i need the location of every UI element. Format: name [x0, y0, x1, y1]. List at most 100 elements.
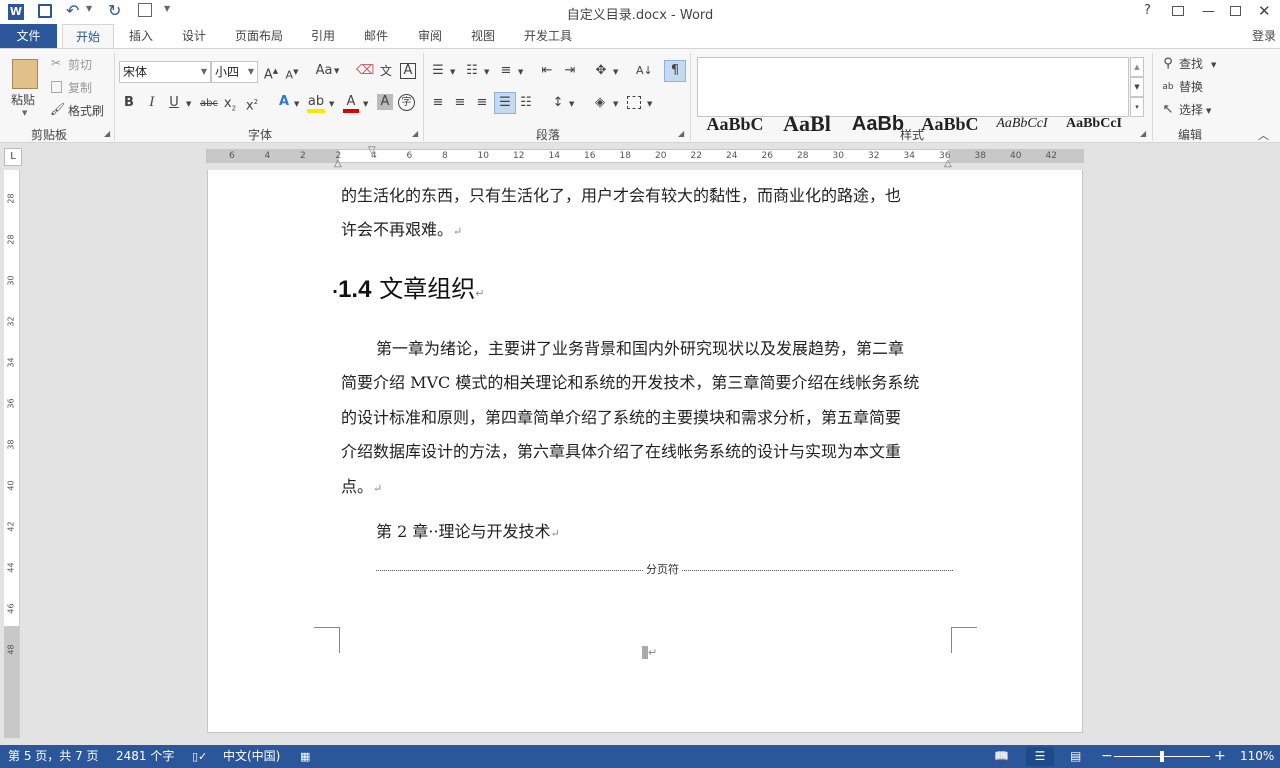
paragraph-line[interactable]: 的生活化的东西，只有生活化了，用户才会有较大的黏性，而商业化的路途，也: [341, 179, 901, 213]
tab-developer[interactable]: 开发工具: [518, 24, 578, 48]
tab-insert[interactable]: 插入: [120, 24, 162, 48]
phonetic-guide-icon[interactable]: 文: [377, 62, 395, 80]
web-layout-icon[interactable]: ▤: [1070, 745, 1081, 768]
borders-icon[interactable]: [627, 96, 641, 109]
show-formatting-marks-icon[interactable]: ¶: [664, 60, 686, 82]
numbering-icon[interactable]: ☷: [464, 62, 480, 80]
read-mode-icon[interactable]: 📖: [994, 745, 1009, 768]
clear-formatting-icon[interactable]: ⌫: [356, 62, 374, 80]
font-launcher-icon[interactable]: ◢: [412, 129, 418, 138]
line-spacing-dropdown-icon[interactable]: ▼: [569, 95, 574, 113]
document-page[interactable]: 的生活化的东西，只有生活化了，用户才会有较大的黏性，而商业化的路途，也 许会不再…: [207, 170, 1083, 733]
tab-file[interactable]: 文件: [0, 24, 57, 48]
chinese-layout-icon[interactable]: ✥: [592, 62, 610, 80]
text-effects-dropdown-icon[interactable]: ▼: [294, 95, 299, 113]
paragraph-launcher-icon[interactable]: ◢: [678, 129, 684, 138]
highlight-icon[interactable]: ab: [307, 93, 325, 113]
binoculars-icon[interactable]: ⚲: [1160, 55, 1176, 73]
paste-icon[interactable]: [12, 59, 38, 89]
restore-icon[interactable]: [1230, 6, 1241, 16]
tab-review[interactable]: 审阅: [410, 24, 450, 48]
ribbon-display-icon[interactable]: [1172, 6, 1184, 16]
borders-dropdown-icon[interactable]: ▼: [647, 95, 652, 113]
zoom-level[interactable]: 110%: [1240, 745, 1274, 768]
first-line-indent-marker[interactable]: ▽: [368, 145, 376, 156]
font-color-dropdown-icon[interactable]: ▼: [363, 95, 368, 113]
text-effects-icon[interactable]: A: [277, 93, 291, 111]
paragraph-line[interactable]: 简要介绍 MVC 模式的相关理论和系统的开发技术，第三章简要介绍在线帐务系统: [341, 366, 919, 400]
align-left-icon[interactable]: ≡: [430, 94, 446, 112]
distributed-icon[interactable]: ☷: [518, 94, 534, 112]
shading-dropdown-icon[interactable]: ▼: [613, 95, 618, 113]
help-icon[interactable]: ?: [1144, 3, 1151, 18]
undo-icon[interactable]: ↶: [66, 1, 79, 20]
subscript-icon[interactable]: x2: [223, 95, 237, 118]
heading-1-4[interactable]: ·1.4 文章组织↵: [332, 272, 485, 311]
numbering-dropdown-icon[interactable]: ▼: [484, 63, 489, 81]
tab-view[interactable]: 视图: [463, 24, 503, 48]
highlight-dropdown-icon[interactable]: ▼: [329, 95, 334, 113]
styles-more-icon[interactable]: ▾: [1130, 97, 1144, 117]
change-case-button[interactable]: Aa: [312, 62, 336, 80]
tab-mailings[interactable]: 邮件: [356, 24, 396, 48]
paragraph-line[interactable]: 介绍数据库设计的方法，第六章具体介绍了在线帐务系统的设计与实现为本文重: [341, 435, 901, 469]
redo-icon[interactable]: ↻: [108, 1, 121, 20]
shrink-font-icon[interactable]: A▼: [285, 63, 299, 85]
paste-button[interactable]: 粘贴: [11, 91, 35, 108]
grow-font-icon[interactable]: A▲: [263, 62, 279, 84]
bold-icon[interactable]: B: [122, 94, 136, 112]
paragraph-line[interactable]: 点。↵: [341, 470, 382, 506]
page-count[interactable]: 第 5 页，共 7 页: [8, 745, 99, 768]
tab-design[interactable]: 设计: [174, 24, 214, 48]
shading-icon[interactable]: ◈: [592, 94, 608, 112]
tab-page-layout[interactable]: 页面布局: [228, 24, 290, 48]
print-layout-icon[interactable]: ☰: [1026, 747, 1054, 766]
align-right-icon[interactable]: ≡: [474, 94, 490, 112]
sort-icon[interactable]: A↓: [636, 62, 653, 80]
font-color-icon[interactable]: A: [343, 93, 359, 113]
font-name-dropdown[interactable]: 宋体 ▼: [119, 61, 211, 83]
character-border-icon[interactable]: A: [400, 63, 416, 79]
strikethrough-icon[interactable]: abc: [199, 95, 219, 113]
language-indicator[interactable]: 中文(中国): [223, 745, 280, 768]
format-painter-button[interactable]: 格式刷: [68, 102, 104, 120]
cut-button[interactable]: 剪切: [68, 56, 92, 74]
chinese-layout-dropdown-icon[interactable]: ▼: [613, 63, 618, 81]
select-dropdown-icon[interactable]: ▼: [1206, 102, 1211, 120]
chapter-2-line[interactable]: 第 2 章··理论与开发技术↵: [376, 515, 560, 551]
styles-launcher-icon[interactable]: ◢: [1140, 129, 1146, 138]
minimize-icon[interactable]: —: [1202, 4, 1215, 19]
scissors-icon[interactable]: ✂: [51, 56, 61, 70]
increase-indent-icon[interactable]: ⇥: [562, 62, 578, 80]
italic-icon[interactable]: I: [146, 94, 158, 112]
paragraph-line[interactable]: 的设计标准和原则，第四章简单介绍了系统的主要摸块和需求分析，第五章简要: [341, 401, 901, 435]
multilevel-list-dropdown-icon[interactable]: ▼: [518, 63, 523, 81]
character-shading-icon[interactable]: A: [377, 94, 393, 110]
bullets-icon[interactable]: ☰: [430, 62, 446, 80]
tab-home[interactable]: 开始: [62, 24, 114, 48]
sign-in-link[interactable]: 登录: [1248, 24, 1280, 48]
copy-icon[interactable]: [51, 81, 62, 93]
decrease-indent-icon[interactable]: ⇤: [539, 62, 555, 80]
select-button[interactable]: 选择: [1179, 101, 1203, 119]
paste-dropdown-icon[interactable]: ▼: [22, 109, 27, 117]
bullets-dropdown-icon[interactable]: ▼: [450, 63, 455, 81]
enclose-characters-icon[interactable]: 字: [398, 94, 415, 111]
left-indent-marker[interactable]: △: [334, 158, 342, 169]
align-center-icon[interactable]: ≡: [452, 94, 468, 112]
macro-record-icon[interactable]: ▦: [300, 745, 310, 768]
replace-button[interactable]: 替换: [1179, 78, 1203, 96]
find-dropdown-icon[interactable]: ▼: [1211, 56, 1216, 74]
find-button[interactable]: 查找: [1179, 55, 1203, 73]
word-app-icon[interactable]: W: [8, 4, 24, 20]
collapse-ribbon-icon[interactable]: ︿: [1258, 127, 1269, 143]
replace-icon[interactable]: ab: [1160, 78, 1176, 96]
zoom-slider-thumb[interactable]: [1160, 751, 1164, 762]
format-painter-icon[interactable]: 🖌: [50, 102, 65, 116]
vertical-ruler[interactable]: 28 28 30 32 34 36 38 40 42 44 46 48: [4, 170, 20, 738]
line-spacing-icon[interactable]: ↕: [550, 94, 566, 112]
undo-dropdown-icon[interactable]: ▼: [86, 4, 92, 13]
customize-qat-icon[interactable]: [138, 3, 152, 17]
superscript-icon[interactable]: x2: [245, 93, 259, 115]
save-icon[interactable]: [38, 4, 52, 18]
